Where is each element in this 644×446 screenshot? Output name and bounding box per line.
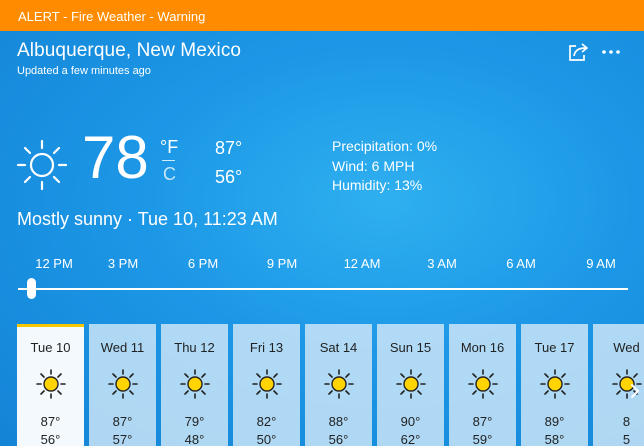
day-name: Wed 11 xyxy=(100,340,145,355)
fahrenheit-toggle[interactable]: °F xyxy=(160,137,178,158)
condition-summary: Mostly sunny · Tue 10, 11:23 AM xyxy=(17,209,278,229)
timeline-slider-thumb[interactable] xyxy=(27,278,36,299)
timeline-slider-track[interactable] xyxy=(18,288,628,290)
day-name: Thu 12 xyxy=(174,340,215,355)
forecast-day-card[interactable]: Sun 15 90° 62° xyxy=(377,324,444,446)
day-name: Sun 15 xyxy=(389,340,432,355)
timeline-label[interactable]: 9 PM xyxy=(267,256,297,271)
share-icon[interactable] xyxy=(566,41,590,63)
day-low: 48° xyxy=(184,432,205,446)
day-low: 59° xyxy=(472,432,493,446)
timeline-label[interactable]: 6 AM xyxy=(506,256,536,271)
fire-weather-alert-link[interactable]: ALERT - Fire Weather - Warning xyxy=(18,9,205,24)
more-options-icon[interactable] xyxy=(600,42,624,62)
day-name: Fri 13 xyxy=(249,340,284,355)
wind-text: Wind: 6 MPH xyxy=(332,157,415,174)
forecast-day-card[interactable]: Mon 16 87° 59° xyxy=(449,324,516,446)
day-low: 62° xyxy=(400,432,421,446)
day-name: Tue 10 xyxy=(30,340,71,355)
updated-text: Updated a few minutes ago xyxy=(17,65,151,77)
day-high: 79° xyxy=(184,414,205,429)
daily-forecast: Tue 10 87° 56° Wed 11 87° 57° Thu 12 79°… xyxy=(0,324,644,446)
sun-icon xyxy=(180,369,210,399)
weather-details: Precipitation: 0% Wind: 6 MPH Humidity: … xyxy=(332,137,437,196)
day-high: 90° xyxy=(400,414,421,429)
celsius-toggle[interactable]: C xyxy=(163,164,176,185)
low-temperature: 56° xyxy=(215,167,243,187)
day-high: 8 xyxy=(622,414,631,429)
alert-banner: ALERT - Fire Weather - Warning xyxy=(0,0,644,31)
sun-icon xyxy=(468,369,498,399)
day-high: 82° xyxy=(256,414,277,429)
humidity-text: Humidity: 13% xyxy=(332,177,423,193)
forecast-day-card[interactable]: Tue 10 87° 56° xyxy=(17,324,84,446)
sun-icon xyxy=(108,369,138,399)
day-low: 56° xyxy=(40,432,61,446)
forecast-day-card[interactable]: Thu 12 79° 48° xyxy=(161,324,228,446)
day-name: Tue 17 xyxy=(534,340,575,355)
location-title: Albuquerque, New Mexico xyxy=(17,40,242,61)
sun-icon xyxy=(16,139,68,191)
unit-divider xyxy=(162,160,175,161)
hourly-timeline: 12 PM 3 PM 6 PM 9 PM 12 AM 3 AM 6 AM 9 A… xyxy=(0,256,644,274)
timeline-label[interactable]: 3 PM xyxy=(108,256,138,271)
precipitation-text: Precipitation: 0% xyxy=(332,138,438,154)
sun-icon xyxy=(540,369,570,399)
day-low: 5 xyxy=(622,432,631,446)
forecast-day-card[interactable]: Fri 13 82° 50° xyxy=(233,324,300,446)
day-name: Wed xyxy=(613,340,640,355)
timeline-label[interactable]: 12 AM xyxy=(344,256,381,271)
day-low: 57° xyxy=(112,432,133,446)
high-temperature: 87° xyxy=(215,138,243,158)
current-temperature: 78 xyxy=(82,124,149,191)
forecast-day-card[interactable]: Tue 17 89° 58° xyxy=(521,324,588,446)
chevron-right-icon[interactable] xyxy=(627,374,644,408)
day-name: Sat 14 xyxy=(319,340,358,355)
day-high: 87° xyxy=(40,414,61,429)
timeline-label[interactable]: 6 PM xyxy=(188,256,218,271)
day-high: 87° xyxy=(472,414,493,429)
timeline-label[interactable]: 12 PM xyxy=(35,256,73,271)
day-low: 50° xyxy=(256,432,277,446)
day-high: 88° xyxy=(328,414,349,429)
day-low: 58° xyxy=(544,432,565,446)
forecast-day-card[interactable]: Wed 11 87° 57° xyxy=(89,324,156,446)
day-high: 87° xyxy=(112,414,133,429)
day-high: 89° xyxy=(544,414,565,429)
sun-icon xyxy=(396,369,426,399)
forecast-day-card[interactable]: Sat 14 88° 56° xyxy=(305,324,372,446)
sun-icon xyxy=(252,369,282,399)
timeline-label[interactable]: 3 AM xyxy=(427,256,457,271)
sun-icon xyxy=(36,369,66,399)
day-low: 56° xyxy=(328,432,349,446)
sun-icon xyxy=(324,369,354,399)
timeline-label[interactable]: 9 AM xyxy=(586,256,616,271)
day-name: Mon 16 xyxy=(460,340,505,355)
